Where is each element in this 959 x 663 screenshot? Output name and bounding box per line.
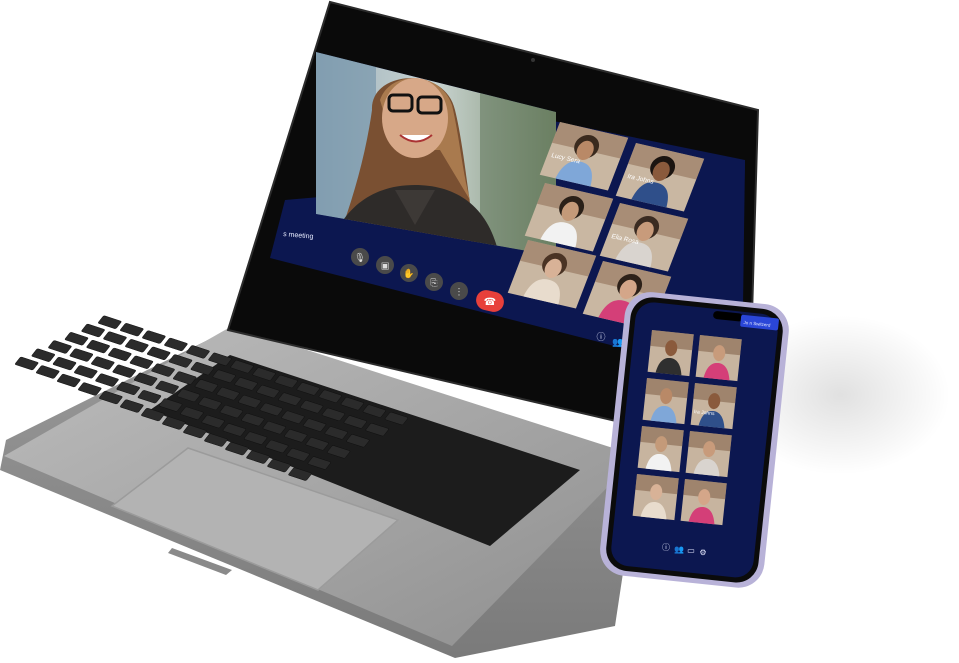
phone-participant-tile[interactable]: Ira Johns (690, 383, 737, 430)
raise-hand-button[interactable]: ✋ (400, 264, 418, 282)
camera-button[interactable]: ▣ (376, 256, 394, 274)
keyboard-key[interactable] (57, 373, 81, 388)
keyboard-key[interactable] (74, 365, 98, 379)
keyboard-key[interactable] (15, 356, 39, 371)
keyboard-key[interactable] (164, 337, 188, 352)
phone-participant-tile[interactable] (695, 335, 742, 382)
keyboard-key[interactable] (64, 332, 89, 346)
keyboard-key[interactable] (91, 356, 115, 370)
phone-participant-tile[interactable] (642, 378, 689, 425)
keyboard-key[interactable] (98, 315, 122, 329)
keyboard-key[interactable] (31, 348, 55, 362)
keyboard-key[interactable] (86, 340, 110, 354)
keyboard-key[interactable] (129, 355, 154, 369)
device-mockup-scene: s meeting Lucy Sera Ira Johns Elia Rosa 🎙 ▣… (0, 0, 959, 663)
keyboard-key[interactable] (112, 364, 136, 378)
keyboard-key[interactable] (69, 348, 93, 362)
microphone-button[interactable]: 🎙 (351, 248, 369, 266)
phone: Jo n Switzerd Ira Johns ⓘ 👥 ▭ ⚙ (600, 292, 789, 588)
phone-participant-tile[interactable] (680, 479, 727, 526)
webcam (531, 58, 535, 62)
settings-icon[interactable]: ⚙ (699, 548, 706, 557)
people-icon[interactable]: 👥 (674, 545, 684, 554)
phone-participant-tile[interactable] (637, 426, 684, 473)
more-vertical-icon: ⋮ (455, 288, 464, 298)
phone-participant-tile[interactable] (632, 474, 679, 521)
keyboard-key[interactable] (81, 323, 105, 338)
mockup-illustration: s meeting Lucy SeraIra JohnsElia Rosa 🎙▣… (0, 0, 950, 658)
keyboard-key[interactable] (142, 330, 166, 344)
share-screen-button[interactable]: ⎘ (425, 273, 443, 291)
phone-participant-tile[interactable] (685, 431, 732, 478)
keyboard-key[interactable] (52, 356, 77, 371)
keyboard-key[interactable] (103, 331, 127, 345)
keyboard-key[interactable] (36, 365, 60, 379)
keyboard-key[interactable] (78, 382, 102, 396)
info-icon[interactable]: ⓘ (662, 543, 670, 552)
keyboard-key[interactable] (108, 347, 132, 362)
keyboard-key[interactable] (95, 373, 119, 387)
screen-share-icon: ⎘ (430, 279, 437, 289)
chat-icon[interactable]: ▭ (687, 546, 695, 555)
keyboard-key[interactable] (120, 323, 144, 337)
keyboard-key[interactable] (147, 346, 171, 360)
phone-hangup-icon: ☎ (484, 297, 496, 308)
more-options-button[interactable]: ⋮ (450, 282, 468, 300)
phone-participant-tile[interactable] (647, 330, 694, 377)
hand-icon: ✋ (403, 268, 414, 280)
video-icon: ▣ (381, 262, 390, 272)
keyboard-key[interactable] (48, 340, 72, 354)
mic-icon: 🎙 (354, 253, 365, 264)
info-icon[interactable]: ⓘ (596, 332, 605, 343)
keyboard-key[interactable] (125, 339, 149, 353)
